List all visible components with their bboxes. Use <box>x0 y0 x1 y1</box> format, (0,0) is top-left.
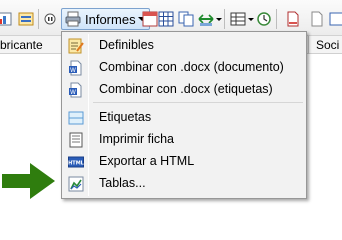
svg-text:W: W <box>70 67 76 74</box>
menu-item-definibles[interactable]: Definibles <box>64 35 304 56</box>
chart-icon[interactable] <box>0 11 12 27</box>
menu-item-label: Imprimir ficha <box>99 132 175 146</box>
copy-icon[interactable] <box>178 11 194 27</box>
definibles-icon <box>68 38 84 54</box>
fit-width-icon[interactable] <box>198 11 214 27</box>
tables-chart-icon <box>68 176 84 192</box>
menu-item-combinar-etiquetas[interactable]: W Combinar con .docx (etiquetas) <box>64 79 304 100</box>
grid-icon[interactable] <box>158 11 174 27</box>
word-doc-icon: W <box>69 60 82 76</box>
menu-item-exportar-html[interactable]: HTML Exportar a HTML <box>64 151 304 172</box>
form-icon[interactable] <box>18 11 34 27</box>
column-header-fabricante[interactable]: bricante <box>0 38 43 52</box>
menu-item-label: Tablas... <box>99 176 146 190</box>
toolbar-separator <box>224 9 225 29</box>
labels-icon <box>68 111 84 125</box>
menu-item-etiquetas[interactable]: Etiquetas <box>64 107 304 128</box>
columns-icon[interactable] <box>230 11 246 27</box>
html-export-icon: HTML <box>68 156 84 168</box>
fit-width-dropdown-icon[interactable] <box>216 18 222 21</box>
document-icon[interactable] <box>285 11 301 27</box>
menu-item-label: Etiquetas <box>99 110 152 124</box>
menu-item-tablas[interactable]: Tablas... <box>64 173 304 194</box>
menu-separator <box>93 102 303 103</box>
column-header-soci[interactable]: Soci <box>316 38 339 52</box>
document-outline-icon[interactable] <box>309 11 325 27</box>
toolbar-separator <box>276 9 277 29</box>
column-divider[interactable] <box>308 36 309 54</box>
refresh-clock-icon[interactable] <box>256 11 272 27</box>
table-red-icon[interactable] <box>142 11 158 27</box>
informes-button[interactable]: Informes <box>61 8 150 30</box>
table-edit-icon[interactable] <box>329 11 342 27</box>
print-icon <box>65 11 81 27</box>
svg-text:HTML: HTML <box>68 161 84 167</box>
columns-dropdown-icon[interactable] <box>248 18 254 21</box>
toolbar-separator <box>38 9 39 29</box>
informes-dropdown-menu: Definibles W Combinar con .docx (documen… <box>61 31 307 199</box>
green-arrow-icon <box>2 163 55 199</box>
menu-item-label: Definibles <box>99 38 154 52</box>
unknown-icon[interactable] <box>42 11 58 27</box>
menu-item-label: Exportar a HTML <box>99 154 195 168</box>
word-labels-icon: W <box>69 82 82 98</box>
menu-item-combinar-documento[interactable]: W Combinar con .docx (documento) <box>64 57 304 78</box>
menu-item-imprimir-ficha[interactable]: Imprimir ficha <box>64 129 304 150</box>
print-card-icon <box>69 132 83 148</box>
svg-text:W: W <box>70 89 76 96</box>
menu-item-label: Combinar con .docx (etiquetas) <box>99 82 273 96</box>
menu-item-label: Combinar con .docx (documento) <box>99 60 284 74</box>
informes-label: Informes <box>85 12 136 27</box>
